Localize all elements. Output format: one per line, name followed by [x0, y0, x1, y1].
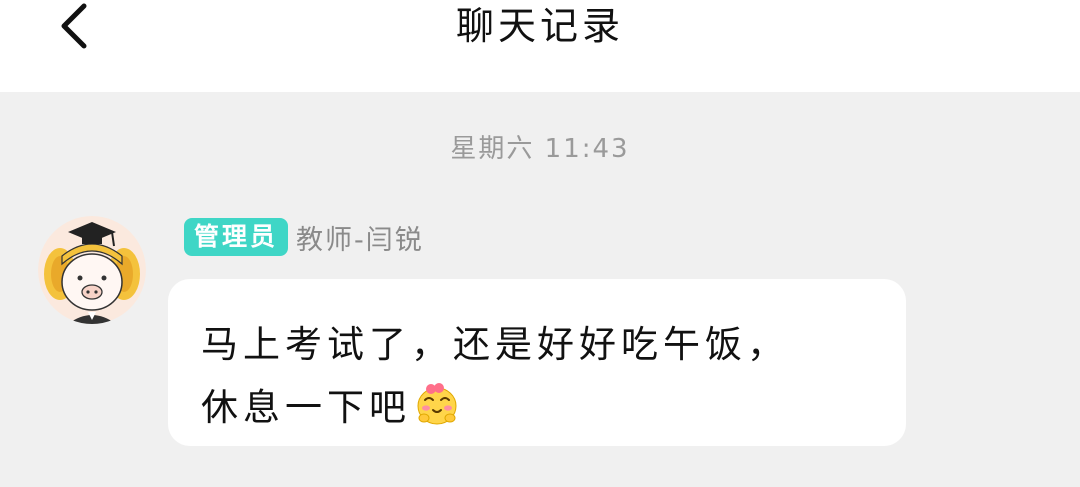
message-text-line: 休息一下吧	[201, 386, 411, 429]
sender-info: 管理员 教师-闫锐	[184, 217, 424, 257]
role-badge: 管理员	[184, 218, 289, 256]
message-bubble[interactable]: 马上考试了，还是好好吃午饭， 休息一下吧	[168, 279, 906, 446]
message-text-line-with-emoji: 休息一下吧	[201, 377, 459, 431]
sender-avatar[interactable]	[38, 216, 146, 324]
sender-name: 教师-闫锐	[296, 224, 424, 256]
message-text-line: 马上考试了，还是好好吃午饭，	[201, 323, 789, 366]
top-nav-bar: 聊天记录	[0, 0, 1080, 92]
message-timestamp: 星期六 11:43	[450, 134, 630, 164]
page-title: 聊天记录	[455, 4, 624, 48]
pig-graduate-avatar	[38, 216, 146, 324]
cute-blushing-face-emoji	[415, 382, 459, 426]
